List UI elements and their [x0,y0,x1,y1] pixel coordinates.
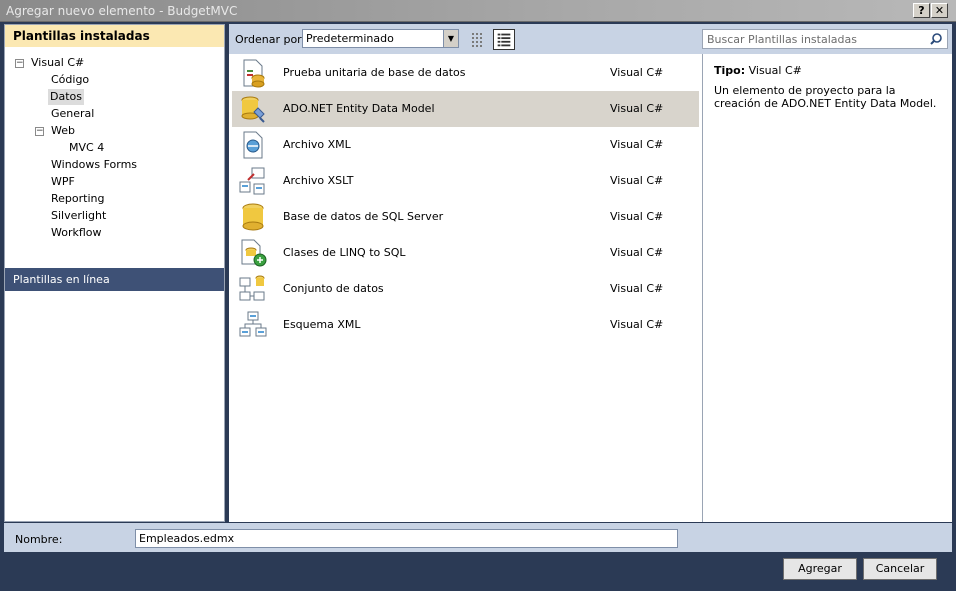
template-categories-pane: Plantillas instaladas − Visual C# Código… [4,24,225,522]
sort-label: Ordenar por: [235,33,306,46]
template-row-selected[interactable]: ADO.NET Entity Data Model Visual C# [232,91,699,127]
template-name: Archivo XSLT [283,174,354,187]
template-row[interactable]: Archivo XSLT Visual C# [232,163,699,199]
tree-item-visual-csharp[interactable]: Visual C# [31,55,84,71]
xslt-file-icon [239,167,265,195]
tree-item-codigo[interactable]: Código [51,72,89,88]
template-language: Visual C# [610,246,664,259]
tree-item-windows-forms[interactable]: Windows Forms [51,157,137,173]
online-templates-header[interactable]: Plantillas en línea [5,268,224,291]
small-icons-view-icon[interactable] [467,29,489,50]
description-pane: Tipo: Visual C# Un elemento de proyecto … [702,54,952,522]
template-name: Archivo XML [283,138,351,151]
tree-item-reporting[interactable]: Reporting [51,191,104,207]
template-name: Conjunto de datos [283,282,384,295]
template-language: Visual C# [610,138,664,151]
template-name: Base de datos de SQL Server [283,210,444,223]
database-icon [242,203,264,231]
type-value: Visual C# [748,64,802,77]
tree-item-mvc4[interactable]: MVC 4 [69,140,104,156]
collapse-web-icon[interactable]: − [35,127,44,136]
template-name: Prueba unitaria de base de datos [283,66,466,79]
template-language: Visual C# [610,66,664,79]
dataset-icon [239,275,265,301]
template-row[interactable]: Conjunto de datos Visual C# [232,271,699,307]
type-label: Tipo: [714,64,746,77]
tree-item-wpf[interactable]: WPF [51,174,75,190]
tree-item-web[interactable]: Web [51,123,75,139]
xml-file-icon [243,131,263,159]
sort-toolbar: Ordenar por: Predeterminado ▼ [229,24,702,54]
template-name: Esquema XML [283,318,361,331]
sort-select[interactable]: Predeterminado ▼ [302,29,459,48]
name-row: Nombre: Empleados.edmx [4,523,952,552]
sort-value: Predeterminado [306,32,394,45]
template-row[interactable]: Clases de LINQ to SQL Visual C# [232,235,699,271]
search-icon[interactable] [929,32,943,46]
template-description: Un elemento de proyecto para la creación… [714,84,937,110]
tree-item-general[interactable]: General [51,106,94,122]
name-label: Nombre: [15,533,63,546]
template-list: Prueba unitaria de base de datos Visual … [229,54,702,522]
template-name: Clases de LINQ to SQL [283,246,406,259]
add-button[interactable]: Agregar [783,558,857,580]
close-button[interactable]: ✕ [931,3,948,18]
linq-icon [241,239,267,267]
collapse-visual-csharp-icon[interactable]: − [15,59,24,68]
template-language: Visual C# [610,318,664,331]
tree-item-silverlight[interactable]: Silverlight [51,208,106,224]
template-row[interactable]: Archivo XML Visual C# [232,127,699,163]
cancel-button[interactable]: Cancelar [863,558,937,580]
search-input[interactable]: Buscar Plantillas instaladas [702,29,948,49]
tree-item-datos[interactable]: Datos [48,89,84,105]
dialog-body: Plantillas instaladas − Visual C# Código… [0,22,956,591]
template-language: Visual C# [610,210,664,223]
template-row[interactable]: Prueba unitaria de base de datos Visual … [232,55,699,91]
search-placeholder: Buscar Plantillas instaladas [707,33,857,46]
template-language: Visual C# [610,174,664,187]
xml-schema-icon [239,311,267,337]
template-language: Visual C# [610,282,664,295]
installed-templates-header[interactable]: Plantillas instaladas [5,25,224,47]
unit-test-icon [243,59,265,88]
help-button[interactable]: ? [913,3,930,18]
type-info: Tipo: Visual C# [714,64,802,77]
details-view-icon[interactable] [493,29,515,50]
template-row[interactable]: Base de datos de SQL Server Visual C# [232,199,699,235]
entity-model-icon [241,96,265,123]
tree-item-workflow[interactable]: Workflow [51,225,102,241]
dropdown-arrow-icon[interactable]: ▼ [443,30,458,47]
template-language: Visual C# [610,102,664,115]
window-title: Agregar nuevo elemento - BudgetMVC [6,4,238,18]
title-bar: Agregar nuevo elemento - BudgetMVC ? ✕ [0,0,956,22]
name-field[interactable]: Empleados.edmx [135,529,678,548]
template-name: ADO.NET Entity Data Model [283,102,435,115]
template-row[interactable]: Esquema XML Visual C# [232,307,699,343]
category-tree: − Visual C# Código Datos General − Web M… [5,47,224,247]
